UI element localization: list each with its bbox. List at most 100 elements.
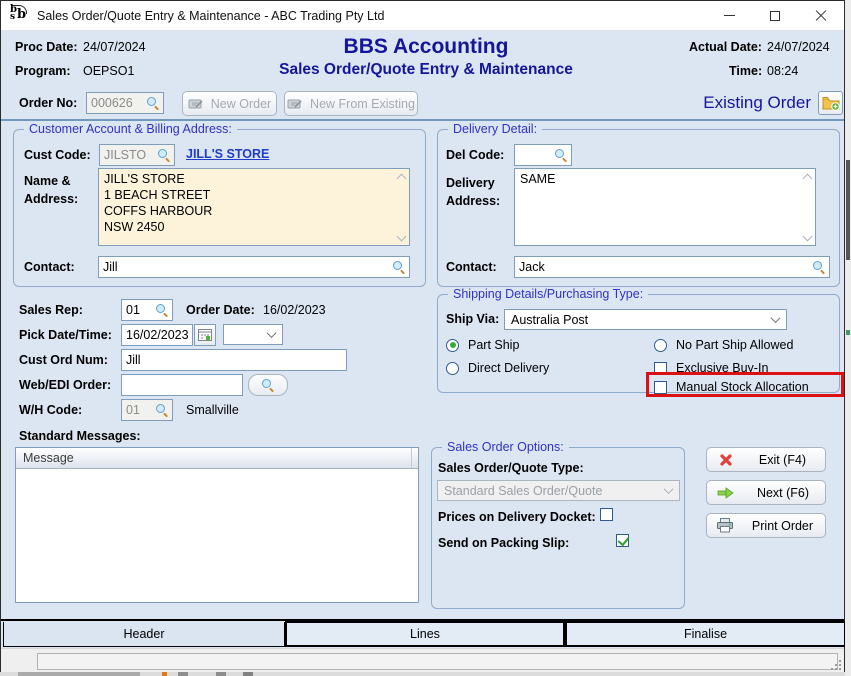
no-part-ship-radio[interactable]: [654, 339, 667, 352]
window-title: Sales Order/Quote Entry & Maintenance - …: [37, 9, 384, 23]
chevron-down-icon: [267, 328, 277, 338]
web-edi-input[interactable]: [122, 378, 242, 392]
exit-x-icon: [719, 453, 733, 467]
cust-code-field[interactable]: [99, 144, 175, 166]
pick-date-input[interactable]: [122, 328, 192, 342]
minimize-button[interactable]: [706, 1, 752, 30]
open-existing-order-button[interactable]: [818, 91, 843, 115]
desktop-sliver-bottom: [0, 672, 845, 676]
sales-rep-label: Sales Rep:: [19, 303, 83, 317]
resize-grip[interactable]: [830, 659, 841, 670]
new-order-button[interactable]: New Order: [182, 91, 277, 116]
time-label: Time:: [729, 64, 762, 78]
messages-column-header[interactable]: Message: [16, 448, 418, 469]
direct-delivery-label: Direct Delivery: [468, 361, 549, 375]
delivery-address-label: Delivery Address:: [446, 174, 510, 210]
order-type-value: Standard Sales Order/Quote: [444, 484, 602, 498]
new-from-existing-button[interactable]: New From Existing: [284, 91, 418, 116]
web-edi-lookup-button[interactable]: [248, 374, 288, 396]
delivery-address-textarea[interactable]: SAME: [514, 168, 816, 246]
program-value: OEPSO1: [83, 64, 134, 78]
tab-finalise[interactable]: Finalise: [565, 621, 846, 647]
part-ship-radio[interactable]: [446, 339, 459, 352]
sales-rep-field[interactable]: [121, 299, 173, 321]
cust-ord-input[interactable]: [122, 353, 346, 367]
order-lookup-icon[interactable]: [147, 97, 159, 109]
cust-code-lookup-icon[interactable]: [158, 149, 170, 161]
customer-link[interactable]: JILL'S STORE: [186, 147, 269, 161]
maximize-icon: [770, 11, 780, 21]
order-no-input[interactable]: [87, 96, 145, 110]
print-order-button[interactable]: Print Order: [706, 513, 826, 538]
wh-code-label: W/H Code:: [19, 403, 82, 417]
minimize-icon: [724, 15, 735, 16]
ship-via-label: Ship Via:: [446, 312, 499, 326]
pick-time-combo[interactable]: [223, 324, 283, 345]
direct-delivery-radio[interactable]: [446, 362, 459, 375]
cust-code-input[interactable]: [100, 148, 156, 162]
delivery-contact-lookup-icon[interactable]: [813, 261, 825, 273]
part-ship-option[interactable]: Part Ship: [446, 338, 519, 352]
next-arrow-icon: [717, 487, 734, 499]
folder-plus-icon: [822, 96, 840, 111]
order-type-combo[interactable]: Standard Sales Order/Quote: [437, 480, 680, 501]
maximize-button[interactable]: [752, 1, 798, 30]
name-address-textarea[interactable]: JILL'S STORE 1 BEACH STREET COFFS HARBOU…: [98, 168, 410, 246]
direct-delivery-option[interactable]: Direct Delivery: [446, 361, 549, 375]
wh-code-field[interactable]: [121, 399, 173, 421]
new-from-existing-label: New From Existing: [310, 97, 415, 111]
billing-contact-field[interactable]: [98, 256, 410, 278]
pick-date-field[interactable]: [121, 324, 193, 346]
part-ship-label: Part Ship: [468, 338, 519, 352]
note-pencil-icon: [287, 98, 303, 110]
manual-stock-label: Manual Stock Allocation: [676, 380, 809, 394]
sales-rep-lookup-icon[interactable]: [156, 304, 168, 316]
sales-order-options-group: Sales Order Options: Sales Order/Quote T…: [431, 447, 685, 609]
standard-messages-label: Standard Messages:: [19, 429, 141, 443]
del-code-label: Del Code:: [446, 148, 504, 162]
tab-strip: Header Lines Finalise: [1, 619, 844, 648]
exclusive-buyin-option[interactable]: Exclusive Buy-In: [654, 361, 768, 375]
del-code-lookup-icon[interactable]: [555, 149, 567, 161]
wh-code-input[interactable]: [122, 403, 154, 417]
billing-contact-lookup-icon[interactable]: [393, 261, 405, 273]
billing-contact-input[interactable]: [99, 260, 391, 274]
calendar-icon: [198, 329, 212, 341]
del-code-field[interactable]: [514, 144, 572, 166]
order-date-label: Order Date:: [186, 303, 255, 317]
messages-listbox[interactable]: Message: [15, 447, 419, 603]
tab-lines[interactable]: Lines: [285, 621, 565, 647]
web-edi-field[interactable]: [121, 374, 243, 396]
delivery-group-title: Delivery Detail:: [448, 122, 542, 136]
del-code-input[interactable]: [515, 148, 553, 162]
sales-rep-input[interactable]: [122, 303, 154, 317]
chevron-down-icon: [771, 313, 781, 323]
ship-via-combo[interactable]: Australia Post: [504, 309, 787, 330]
delivery-group: Delivery Detail: Del Code: Delivery Addr…: [437, 129, 840, 287]
program-label: Program:: [15, 64, 71, 78]
exclusive-buyin-checkbox[interactable]: [654, 362, 667, 375]
order-no-field[interactable]: [86, 92, 164, 114]
desktop-sliver-right: [845, 0, 851, 676]
wh-code-lookup-icon[interactable]: [156, 404, 168, 416]
manual-stock-option[interactable]: Manual Stock Allocation: [654, 380, 809, 394]
delivery-contact-field[interactable]: [514, 256, 830, 278]
close-button[interactable]: [798, 1, 844, 30]
new-order-label: New Order: [211, 97, 271, 111]
pick-date-calendar-button[interactable]: [194, 324, 216, 346]
next-button[interactable]: Next (F6): [706, 480, 826, 505]
billing-contact-label: Contact:: [24, 260, 75, 274]
delivery-contact-input[interactable]: [515, 260, 811, 274]
prices-docket-label: Prices on Delivery Docket:: [438, 510, 596, 524]
tab-header[interactable]: Header: [3, 622, 285, 647]
prices-docket-checkbox[interactable]: [600, 508, 613, 521]
exit-button[interactable]: Exit (F4): [706, 447, 826, 472]
manual-stock-checkbox[interactable]: [654, 381, 667, 394]
chevron-down-icon: [664, 484, 674, 494]
no-part-ship-option[interactable]: No Part Ship Allowed: [654, 338, 793, 352]
packing-slip-checkbox[interactable]: [616, 534, 629, 547]
proc-date-label: Proc Date:: [15, 40, 78, 54]
time-value: 08:24: [767, 64, 798, 78]
cust-ord-field[interactable]: [121, 349, 347, 371]
note-pencil-icon: [188, 98, 204, 110]
